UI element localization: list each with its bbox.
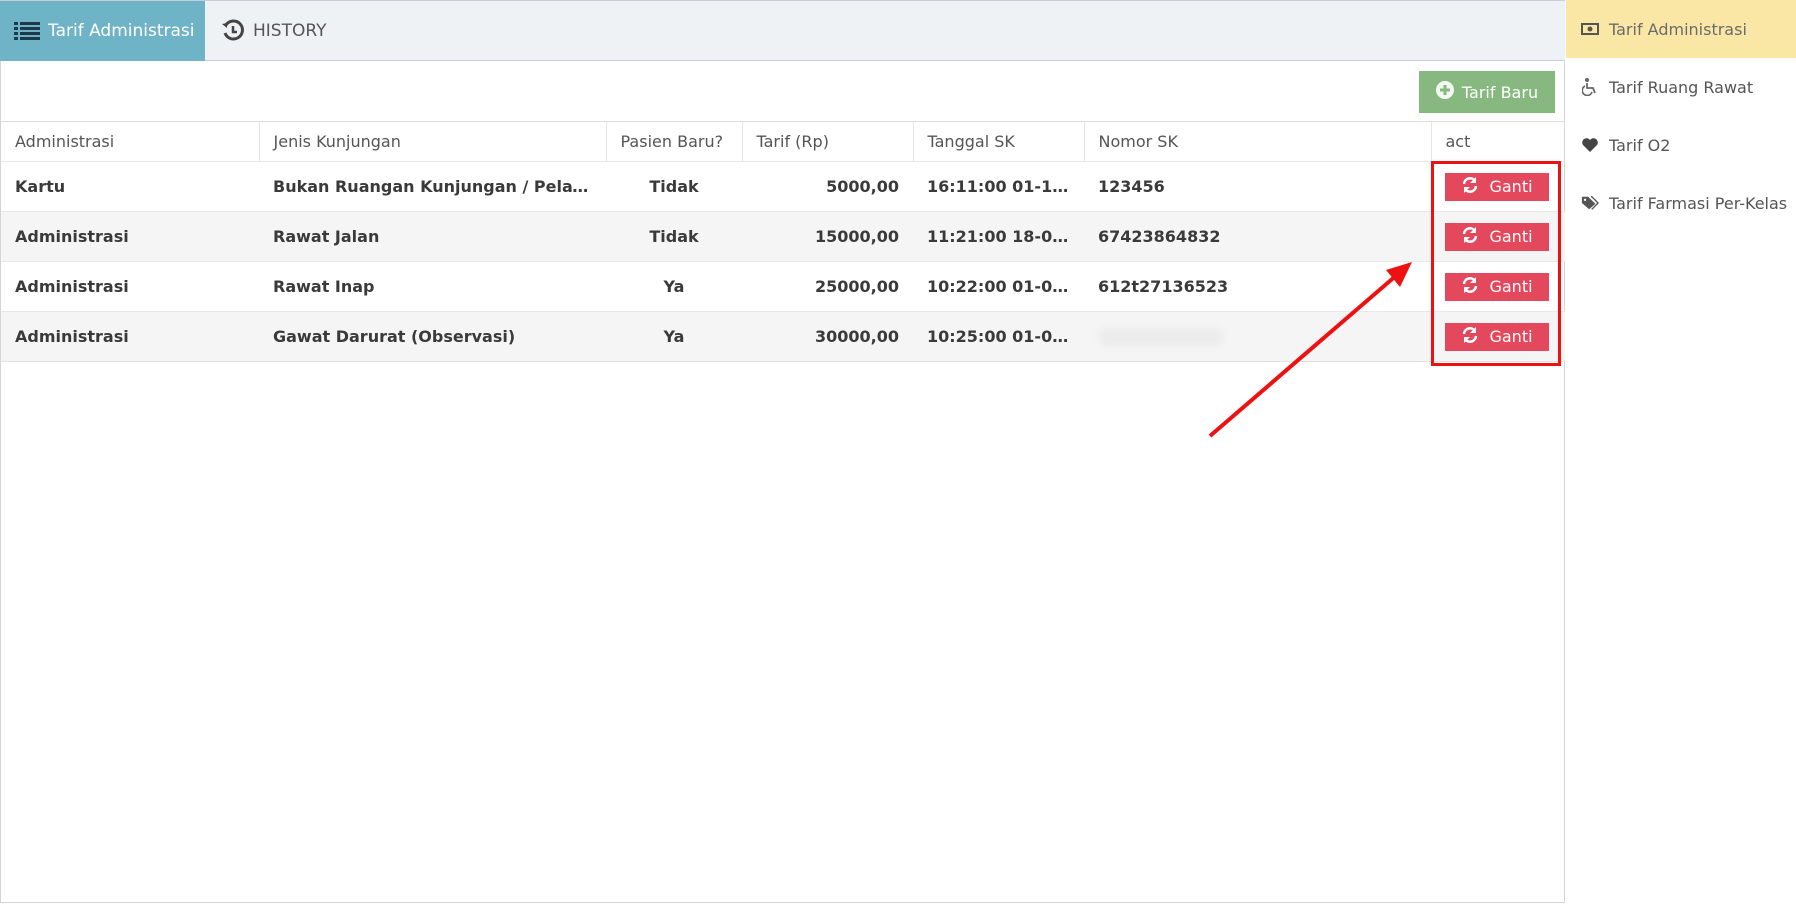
content-area: Tarif Baru Administrasi Jenis Kunjungan …	[0, 61, 1565, 903]
table-row[interactable]: Administrasi Gawat Darurat (Observasi) Y…	[1, 311, 1565, 362]
table-row[interactable]: Kartu Bukan Ruangan Kunjungan / Pelayana…	[1, 161, 1565, 212]
col-jenis-kunjungan[interactable]: Jenis Kunjungan	[258, 121, 606, 162]
cell-act: Ganti	[1431, 161, 1565, 212]
cell-jenis-kunjungan: Rawat Jalan	[259, 211, 606, 262]
history-icon	[221, 19, 245, 43]
plus-circle-icon	[1435, 81, 1454, 103]
cell-jenis-kunjungan: Gawat Darurat (Observasi)	[259, 311, 606, 362]
ganti-button[interactable]: Ganti	[1445, 172, 1549, 201]
tarif-table: Administrasi Jenis Kunjungan Pasien Baru…	[1, 121, 1565, 362]
sidebar-item-tarif-farmasi[interactable]: Tarif Farmasi Per-Kelas	[1566, 174, 1796, 232]
cell-jenis-kunjungan: Bukan Ruangan Kunjungan / Pelayanan	[259, 161, 606, 212]
refresh-icon	[1461, 276, 1479, 298]
col-tanggal-sk[interactable]: Tanggal SK	[912, 121, 1084, 162]
sidebar-item-tarif-administrasi[interactable]: Tarif Administrasi	[1566, 0, 1796, 58]
cell-administrasi: Administrasi	[1, 261, 259, 312]
tab-history[interactable]: HISTORY	[205, 1, 355, 61]
cell-administrasi: Administrasi	[1, 311, 259, 362]
cell-tarif: 30000,00	[742, 311, 913, 362]
main-panel: Tarif Administrasi HISTORY Tarif Baru Ad…	[0, 0, 1565, 903]
cell-tarif: 5000,00	[742, 161, 913, 212]
sidebar-item-label: Tarif Farmasi Per-Kelas	[1609, 193, 1788, 213]
cell-nomor-sk	[1084, 311, 1431, 362]
col-pasien-baru[interactable]: Pasien Baru?	[605, 121, 742, 162]
tab-label: HISTORY	[253, 21, 327, 41]
col-nomor-sk[interactable]: Nomor SK	[1083, 121, 1431, 162]
cell-jenis-kunjungan: Rawat Inap	[259, 261, 606, 312]
sidebar-item-tarif-ruang-rawat[interactable]: Tarif Ruang Rawat	[1566, 58, 1796, 116]
sidebar: Tarif Administrasi Tarif Ruang Rawat Tar…	[1566, 0, 1796, 906]
list-icon	[14, 21, 40, 41]
cell-tanggal-sk: 16:11:00 01-11-2...	[913, 161, 1084, 212]
ganti-button[interactable]: Ganti	[1445, 222, 1549, 251]
ganti-label: Ganti	[1489, 277, 1533, 296]
wheelchair-icon	[1581, 78, 1599, 96]
sidebar-item-tarif-o2[interactable]: Tarif O2	[1566, 116, 1796, 174]
cell-nomor-sk: 612t27136523	[1084, 261, 1431, 312]
tab-label: Tarif Administrasi	[48, 21, 195, 41]
col-act: act	[1430, 121, 1565, 162]
ganti-button[interactable]: Ganti	[1445, 322, 1549, 351]
cell-pasien-baru: Tidak	[606, 211, 742, 262]
ganti-label: Ganti	[1489, 227, 1533, 246]
tab-bar: Tarif Administrasi HISTORY	[0, 0, 1565, 61]
refresh-icon	[1461, 176, 1479, 198]
table-header-row: Administrasi Jenis Kunjungan Pasien Baru…	[1, 121, 1565, 162]
ganti-button[interactable]: Ganti	[1445, 272, 1549, 301]
heart-icon	[1581, 137, 1599, 153]
cell-tarif: 15000,00	[742, 211, 913, 262]
sidebar-item-label: Tarif Ruang Rawat	[1609, 77, 1754, 97]
cell-act: Ganti	[1431, 261, 1565, 312]
tarif-baru-button[interactable]: Tarif Baru	[1419, 71, 1555, 113]
table-row[interactable]: Administrasi Rawat Inap Ya 25000,00 10:2…	[1, 261, 1565, 312]
redacted-value	[1098, 328, 1224, 347]
cell-act: Ganti	[1431, 211, 1565, 262]
tags-icon	[1581, 195, 1599, 211]
refresh-icon	[1461, 326, 1479, 348]
refresh-icon	[1461, 226, 1479, 248]
cell-pasien-baru: Tidak	[606, 161, 742, 212]
col-tarif[interactable]: Tarif (Rp)	[741, 121, 913, 162]
cell-pasien-baru: Ya	[606, 311, 742, 362]
cell-tarif: 25000,00	[742, 261, 913, 312]
cell-tanggal-sk: 11:21:00 18-08-2...	[913, 211, 1084, 262]
cell-pasien-baru: Ya	[606, 261, 742, 312]
cell-tanggal-sk: 10:25:00 01-08-2...	[913, 311, 1084, 362]
ganti-label: Ganti	[1489, 177, 1533, 196]
cell-administrasi: Kartu	[1, 161, 259, 212]
cell-nomor-sk: 67423864832	[1084, 211, 1431, 262]
cell-administrasi: Administrasi	[1, 211, 259, 262]
table-row[interactable]: Administrasi Rawat Jalan Tidak 15000,00 …	[1, 211, 1565, 262]
cell-nomor-sk: 123456	[1084, 161, 1431, 212]
cell-tanggal-sk: 10:22:00 01-08-2...	[913, 261, 1084, 312]
money-icon	[1581, 22, 1599, 36]
tab-tarif-administrasi[interactable]: Tarif Administrasi	[0, 1, 205, 61]
cell-act: Ganti	[1431, 311, 1565, 362]
sidebar-item-label: Tarif Administrasi	[1609, 19, 1747, 39]
col-administrasi[interactable]: Administrasi	[1, 121, 259, 162]
ganti-label: Ganti	[1489, 327, 1533, 346]
sidebar-item-label: Tarif O2	[1609, 135, 1671, 155]
tarif-baru-label: Tarif Baru	[1461, 82, 1539, 102]
